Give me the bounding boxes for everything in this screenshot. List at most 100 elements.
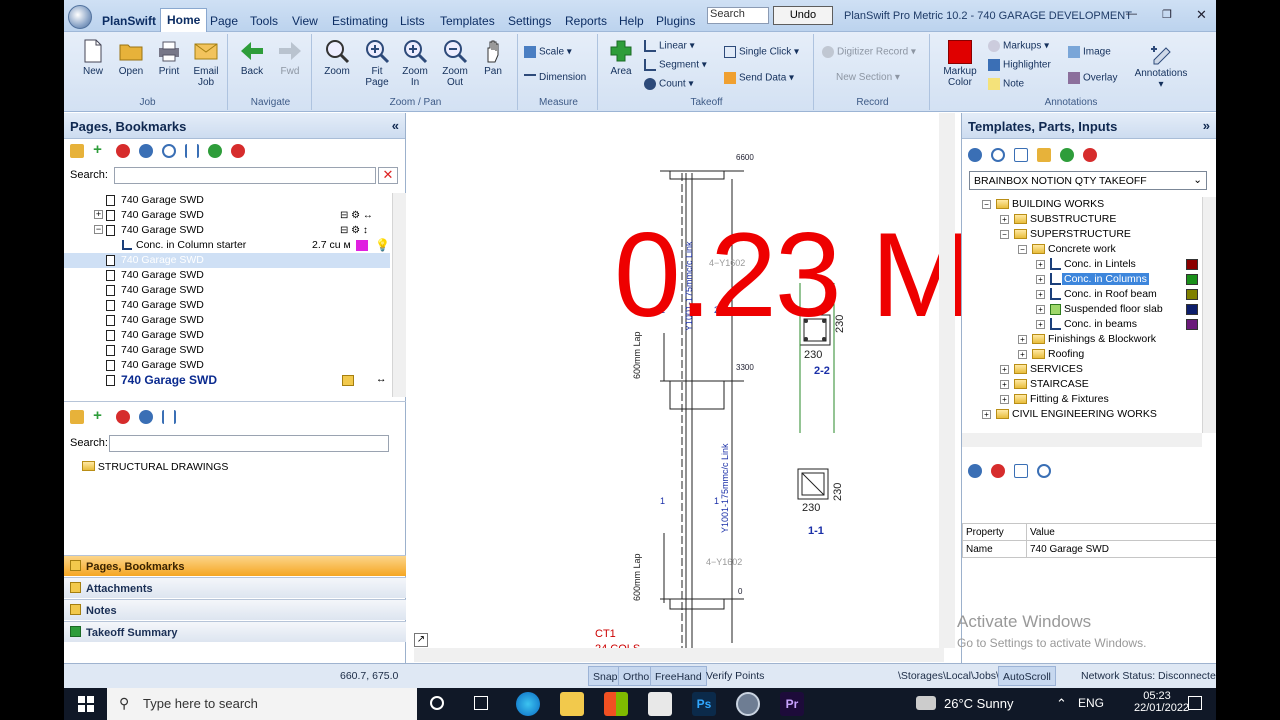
collapse-left-panel-icon[interactable]: « <box>392 118 399 133</box>
menu-templates[interactable]: Templates <box>440 14 495 28</box>
tree-item[interactable]: − BUILDING WORKS <box>962 197 1202 212</box>
planswift-taskbar-icon[interactable] <box>736 692 760 716</box>
collapse-all-icon[interactable] <box>1083 148 1098 162</box>
tree-item[interactable]: + STAIRCASE <box>962 377 1202 392</box>
gear-icon[interactable] <box>139 144 154 158</box>
print-button[interactable]: Print <box>150 38 188 77</box>
tree-item[interactable]: + Conc. in beams <box>962 317 1202 332</box>
scale-button[interactable]: Scale ▾ <box>524 46 572 58</box>
page-item[interactable]: 740 Garage SWD <box>64 268 390 283</box>
segment-button[interactable]: Segment ▾ <box>644 59 707 71</box>
new-folder-icon[interactable] <box>1037 148 1052 162</box>
windows-start-icon[interactable] <box>78 696 94 712</box>
menu-lists[interactable]: Lists <box>400 14 425 28</box>
delete-icon[interactable] <box>116 410 131 424</box>
overlay-button[interactable]: Overlay <box>1068 72 1117 84</box>
folders-search-input[interactable] <box>109 435 389 452</box>
menu-help[interactable]: Help <box>619 14 644 28</box>
autoscroll-toggle[interactable]: AutoScroll <box>998 666 1056 686</box>
page-item[interactable]: 740 Garage SWD <box>64 343 390 358</box>
area-button[interactable]: Area <box>602 38 640 77</box>
annotations-button[interactable]: Annotations ▾ <box>1128 40 1194 90</box>
single-click-button[interactable]: Single Click ▾ <box>724 46 799 58</box>
new-button[interactable]: New <box>74 38 112 77</box>
expand-all-icon[interactable] <box>1060 148 1075 162</box>
tree-item[interactable]: + CIVIL ENGINEERING WORKS <box>962 407 1202 422</box>
verify-points-toggle[interactable]: Verify Points <box>706 670 764 682</box>
canvas-vertical-scrollbar[interactable] <box>939 113 955 648</box>
email-job-button[interactable]: Email Job <box>186 38 226 88</box>
add-icon[interactable]: + <box>93 142 107 158</box>
gear-icon[interactable] <box>968 148 982 162</box>
undo-button[interactable]: Undo <box>773 6 833 25</box>
menu-home[interactable]: Home <box>160 8 208 32</box>
minimize-icon[interactable]: — <box>1126 8 1137 20</box>
fit-page-button[interactable]: Fit Page <box>358 38 396 88</box>
tree-item-selected[interactable]: + Conc. in Columns <box>962 272 1202 287</box>
forward-button[interactable]: Fwd <box>272 38 308 77</box>
takeoff-item[interactable]: Conc. in Column starter 2.7 cu м 💡 <box>64 238 390 253</box>
premiere-icon[interactable]: Pr <box>780 692 804 716</box>
tree-item[interactable]: + Conc. in Roof beam <box>962 287 1202 302</box>
restore-icon[interactable]: ❐ <box>1162 8 1172 21</box>
refresh-icon[interactable] <box>991 148 1006 162</box>
page-item[interactable]: 740 Garage SWD ↔ <box>64 373 390 388</box>
tray-chevron-icon[interactable]: ⌃ <box>1056 696 1067 712</box>
property-row[interactable]: Name 740 Garage SWD <box>962 540 1216 558</box>
linear-button[interactable]: Linear ▾ <box>644 40 695 52</box>
tree-item[interactable]: + Conc. in Lintels <box>962 257 1202 272</box>
nav-takeoff-summary[interactable]: Takeoff Summary <box>64 621 406 642</box>
new-section-button[interactable]: New Section ▾ <box>836 72 900 83</box>
table-icon[interactable] <box>1014 464 1029 478</box>
back-button[interactable]: Back <box>234 38 270 77</box>
tree-item[interactable]: − Concrete work <box>962 242 1202 257</box>
split-icon[interactable] <box>1014 148 1029 162</box>
mail-icon[interactable] <box>648 692 672 716</box>
template-dropdown[interactable]: BRAINBOX NOTION QTY TAKEOFF ⌄ <box>969 171 1207 190</box>
menu-tools[interactable]: Tools <box>250 14 278 28</box>
task-view-icon[interactable] <box>474 696 488 710</box>
tree-item[interactable]: − SUPERSTRUCTURE <box>962 227 1202 242</box>
ortho-toggle[interactable]: Ortho <box>618 666 655 686</box>
tree-item[interactable]: + Fitting & Fixtures <box>962 392 1202 407</box>
menu-plugins[interactable]: Plugins <box>656 14 695 28</box>
taskbar-search-input[interactable]: ⚲ Type here to search <box>107 688 417 720</box>
templates-vscrollbar[interactable] <box>1202 197 1216 433</box>
nav-pages-bookmarks[interactable]: Pages, Bookmarks <box>64 555 406 576</box>
edge-icon[interactable] <box>516 692 540 716</box>
page-item[interactable]: 740 Garage SWD <box>64 298 390 313</box>
count-button[interactable]: Count ▾ <box>644 78 694 90</box>
tree-item[interactable]: + Suspended floor slab <box>962 302 1202 317</box>
cortana-icon[interactable] <box>430 696 444 710</box>
digitizer-record-button[interactable]: Digitizer Record ▾ <box>822 46 916 58</box>
highlighter-button[interactable]: Highlighter <box>988 59 1051 71</box>
clock[interactable]: 05:23 22/01/2022 <box>1134 690 1189 714</box>
notifications-icon[interactable] <box>1188 696 1202 710</box>
page-item[interactable]: 740 Garage SWD <box>64 328 390 343</box>
clear-search-icon[interactable]: ✕ <box>378 167 398 184</box>
menu-estimating[interactable]: Estimating <box>332 14 388 28</box>
weather-text[interactable]: 26°C Sunny <box>944 696 1014 711</box>
refresh-icon[interactable] <box>1037 464 1052 478</box>
nav-attachments[interactable]: Attachments <box>64 577 406 598</box>
gear-icon[interactable] <box>139 410 154 424</box>
menu-page[interactable]: Page <box>210 14 238 28</box>
zoom-out-button[interactable]: Zoom Out <box>436 38 474 88</box>
page-item[interactable]: 740 Garage SWD <box>64 313 390 328</box>
gear-icon[interactable] <box>968 464 982 478</box>
sort-icon[interactable] <box>185 144 200 158</box>
tree-item[interactable]: + Finishings & Blockwork <box>962 332 1202 347</box>
photoshop-icon[interactable]: Ps <box>692 692 716 716</box>
send-data-button[interactable]: Send Data ▾ <box>724 72 794 84</box>
store-icon[interactable] <box>604 692 628 716</box>
open-button[interactable]: Open <box>112 38 150 77</box>
language-indicator[interactable]: ENG <box>1078 696 1104 710</box>
markup-color-button[interactable]: Markup Color <box>938 40 982 88</box>
image-button[interactable]: Image <box>1068 46 1111 58</box>
page-item[interactable]: 740 Garage SWD <box>64 283 390 298</box>
expand-all-icon[interactable] <box>208 144 223 158</box>
nav-notes[interactable]: Notes <box>64 599 406 620</box>
page-item[interactable]: −740 Garage SWD ⊟ ⚙ ↕ <box>64 223 390 238</box>
canvas-horizontal-scrollbar[interactable] <box>414 648 944 662</box>
menu-reports[interactable]: Reports <box>565 14 607 28</box>
